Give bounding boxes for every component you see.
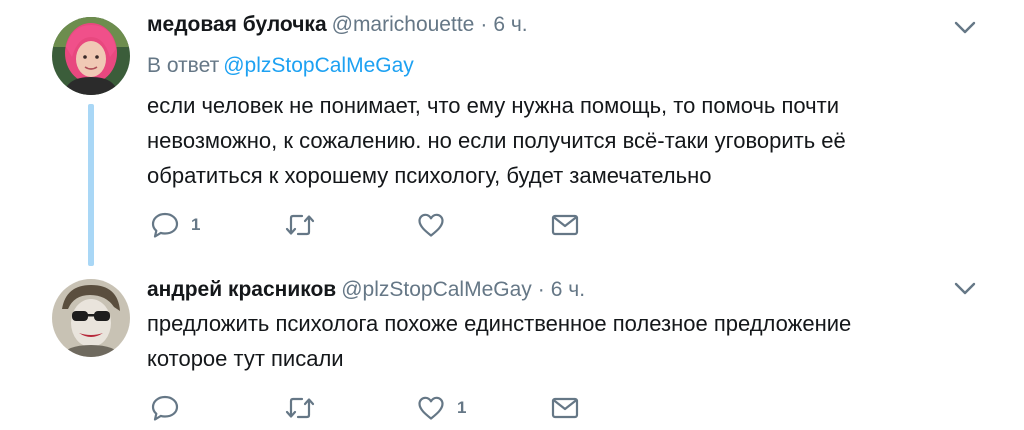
direct-message-button[interactable] (551, 210, 579, 240)
timestamp[interactable]: 6 ч. (493, 13, 527, 36)
display-name[interactable]: медовая булочка (147, 13, 327, 36)
avatar[interactable] (52, 279, 130, 357)
retweet-button[interactable] (285, 393, 327, 423)
tweet-header: андрей красников @plzStopCalMeGay · 6 ч. (147, 277, 585, 303)
reply-to-mention[interactable]: @plzStopCalMeGay (223, 54, 414, 77)
separator-dot: · (480, 13, 488, 36)
tweet-text-line: если человек не понимает, что ему нужна … (147, 93, 839, 118)
display-name[interactable]: андрей красников (147, 278, 336, 301)
retweet-arrows-icon (285, 397, 315, 419)
reply-context: В ответ @plzStopCalMeGay (147, 53, 414, 79)
timestamp[interactable]: 6 ч. (551, 278, 585, 301)
reply-count: 1 (191, 215, 201, 234)
like-count: 1 (457, 398, 467, 417)
speech-bubble-icon (151, 395, 179, 421)
direct-message-button[interactable] (551, 393, 579, 423)
reply-button[interactable] (151, 393, 191, 423)
tweet[interactable]: андрей красников @plzStopCalMeGay · 6 ч. пр… (0, 268, 1024, 430)
tweet-text-line: обратиться к хорошему психологу, будет з… (147, 163, 712, 188)
tweet-actions: 1 (147, 393, 627, 423)
retweet-arrows-icon (285, 214, 315, 236)
tweet-text-line: невозможно, к сожалению. но если получит… (147, 128, 846, 153)
reply-button[interactable]: 1 (151, 210, 200, 240)
retweet-button[interactable] (285, 210, 327, 240)
tweet-text-line: которое тут писали (147, 346, 344, 371)
heart-outline-icon (418, 213, 444, 237)
envelope-icon (551, 214, 579, 236)
tweet-text: если человек не понимает, что ему нужна … (147, 88, 967, 193)
tweet-text: предложить психолога похоже единственное… (147, 306, 967, 376)
handle[interactable]: @marichouette (332, 13, 475, 36)
tweet[interactable]: медовая булочка @marichouette · 6 ч. В отве… (0, 0, 1024, 268)
chevron-down-icon[interactable] (954, 21, 976, 35)
like-button[interactable] (417, 210, 457, 240)
avatar[interactable] (52, 17, 130, 95)
like-button[interactable]: 1 (417, 393, 466, 423)
chevron-down-icon[interactable] (954, 282, 976, 296)
reply-to-label: В ответ (147, 54, 220, 77)
envelope-icon (551, 397, 579, 419)
tweet-actions: 1 (147, 210, 627, 240)
tweet-text-line: предложить психолога похоже единственное… (147, 311, 852, 336)
handle[interactable]: @plzStopCalMeGay (341, 278, 532, 301)
thread-line (88, 104, 94, 266)
tweet-header: медовая булочка @marichouette · 6 ч. (147, 12, 528, 38)
speech-bubble-icon (151, 212, 179, 238)
separator-dot: · (537, 278, 545, 301)
heart-outline-icon (418, 396, 444, 420)
